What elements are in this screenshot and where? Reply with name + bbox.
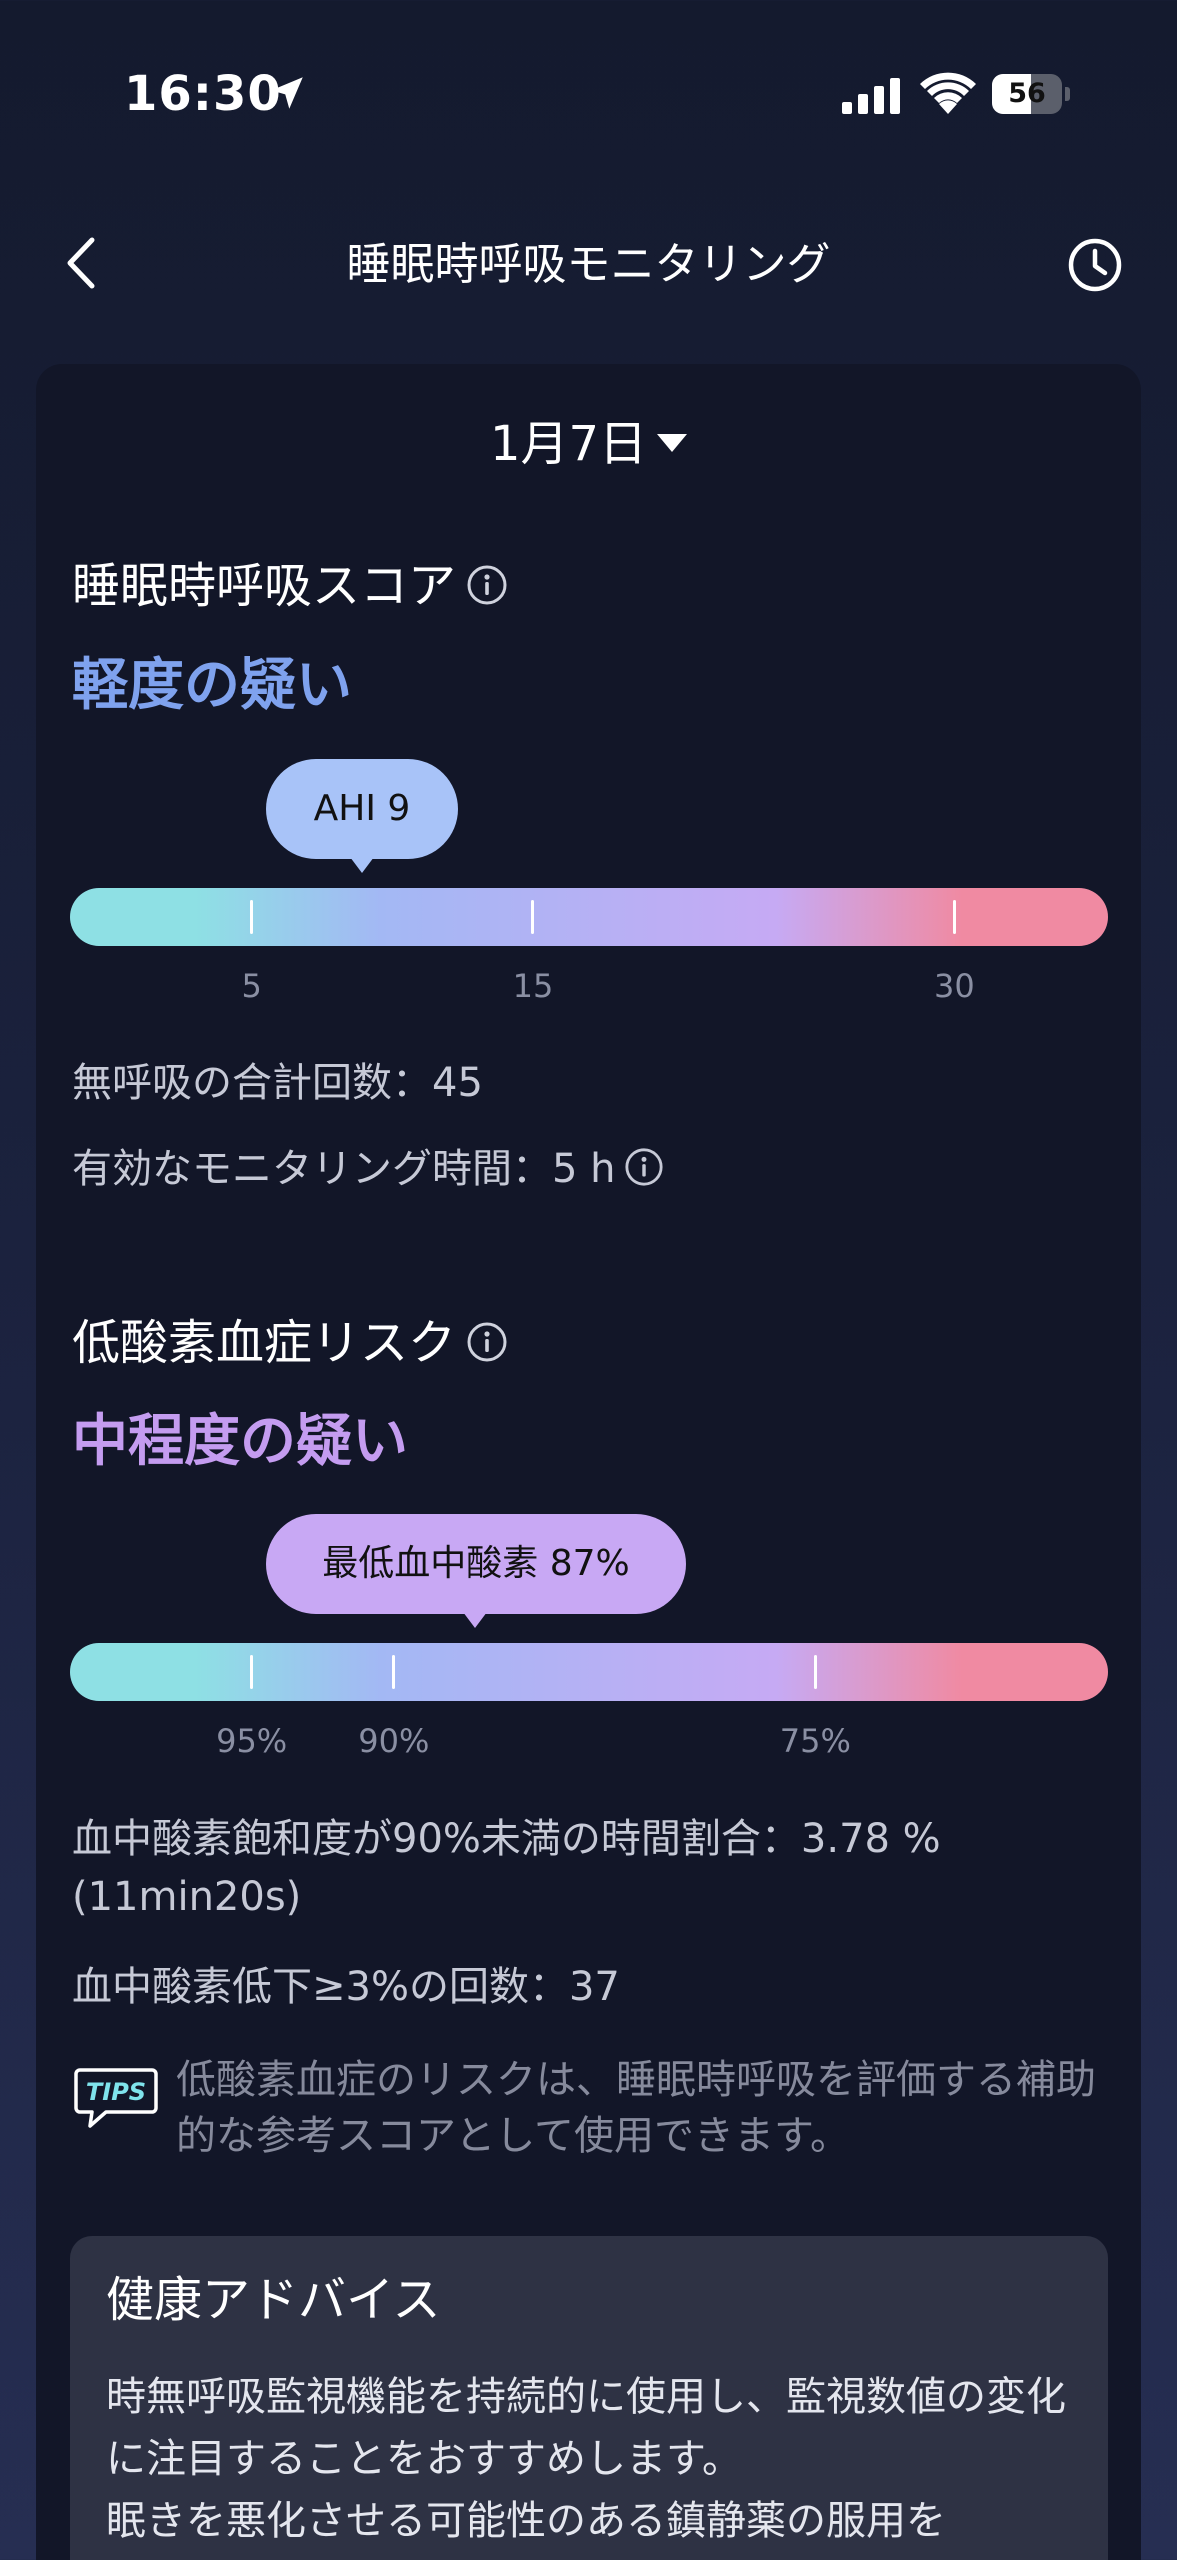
info-icon[interactable] <box>624 1147 664 1187</box>
apnea-title-text: 睡眠時呼吸スコア <box>72 558 457 614</box>
apnea-total-count: 無呼吸の合計回数：45 <box>72 1060 483 1106</box>
cellular-signal-icon <box>842 78 900 114</box>
location-arrow-icon <box>271 77 303 109</box>
scale-tick-label: 30 <box>934 967 975 1005</box>
spo2-below-90-duration: (11min20s) <box>72 1874 302 1920</box>
hypoxemia-scale-bar <box>70 1643 1108 1701</box>
ahi-bubble: AHI 9 <box>266 759 458 873</box>
wifi-icon <box>920 72 976 114</box>
page-title: 睡眠時呼吸モニタリング <box>346 239 831 290</box>
date-label: 1月7日 <box>489 416 648 472</box>
info-icon[interactable] <box>466 564 508 606</box>
hypoxemia-level-text: 中程度の疑い <box>72 1409 408 1474</box>
info-icon[interactable] <box>466 1321 508 1363</box>
tips-text: 低酸素血症のリスクは、睡眠時呼吸を評価する補助的な参考スコアとして使用できます。 <box>176 2057 1096 2159</box>
health-advice-body: 時無呼吸監視機能を持続的に使用し、監視数値の変化に注目することをおすすめします。… <box>106 2366 1086 2552</box>
apnea-section-title: 睡眠時呼吸スコア <box>72 554 508 618</box>
main-card: 1月7日 睡眠時呼吸スコア 軽度の疑い AHI 9 5 15 30 無呼吸の合計回数… <box>36 364 1141 2560</box>
tips-icon: TIPS <box>74 2068 158 2128</box>
apnea-level-text: 軽度の疑い <box>72 653 352 718</box>
health-advice-line: 眠きを悪化させる可能性のある鎮静薬の服用を <box>106 2498 946 2544</box>
battery-cap <box>1065 87 1070 101</box>
spo2-below-90-ratio: 血中酸素飽和度が90%未満の時間割合：3.78 % <box>72 1816 941 1862</box>
health-advice-title: 健康アドバイス <box>106 2272 441 2328</box>
date-selector[interactable]: 1月7日 <box>36 412 1141 476</box>
scale-tick <box>250 900 254 934</box>
status-time: 16:30 <box>124 66 282 122</box>
caret-down-icon <box>657 434 688 452</box>
monitoring-time-text: 有効なモニタリング時間：5 h <box>72 1146 616 1192</box>
apnea-scale-bar <box>70 888 1108 946</box>
battery-body: 56 <box>992 74 1062 114</box>
scale-tick <box>392 1655 396 1689</box>
battery-indicator: 56 <box>992 74 1070 114</box>
scale-tick <box>531 900 535 934</box>
scale-tick-label: 75% <box>779 1722 851 1760</box>
scale-tick-label: 5 <box>241 967 262 1005</box>
scale-tick <box>813 1655 817 1689</box>
scale-tick-label: 95% <box>216 1722 288 1760</box>
ahi-bubble-text: AHI 9 <box>313 788 411 829</box>
health-advice-card: 健康アドバイス 時無呼吸監視機能を持続的に使用し、監視数値の変化に注目することを… <box>70 2236 1108 2560</box>
min-spo2-bubble-text: 最低血中酸素 87% <box>322 1543 630 1584</box>
status-bar: 16:30 56 <box>0 0 1177 190</box>
min-spo2-bubble: 最低血中酸素 87% <box>266 1514 686 1628</box>
scale-tick <box>250 1655 254 1689</box>
svg-text:TIPS: TIPS <box>86 2078 146 2106</box>
spo2-drop-count: 血中酸素低下≥3%の回数：37 <box>72 1964 620 2010</box>
hypoxemia-section-title: 低酸素血症リスク <box>72 1311 508 1375</box>
min-spo2-bubble-tail <box>462 1612 487 1628</box>
battery-text: 56 <box>1008 78 1046 109</box>
monitoring-time-row: 有効なモニタリング時間：5 h <box>72 1140 1112 1198</box>
scale-tick-label: 90% <box>358 1722 430 1760</box>
scale-tick-label: 15 <box>512 967 554 1005</box>
scale-tick <box>952 900 956 934</box>
ahi-bubble-tail <box>349 857 374 873</box>
health-advice-line: 時無呼吸監視機能を持続的に使用し、監視数値の変化に注目することをおすすめします。 <box>106 2374 1066 2482</box>
hypoxemia-title-text: 低酸素血症リスク <box>72 1315 457 1371</box>
clock-icon[interactable] <box>1066 236 1124 294</box>
